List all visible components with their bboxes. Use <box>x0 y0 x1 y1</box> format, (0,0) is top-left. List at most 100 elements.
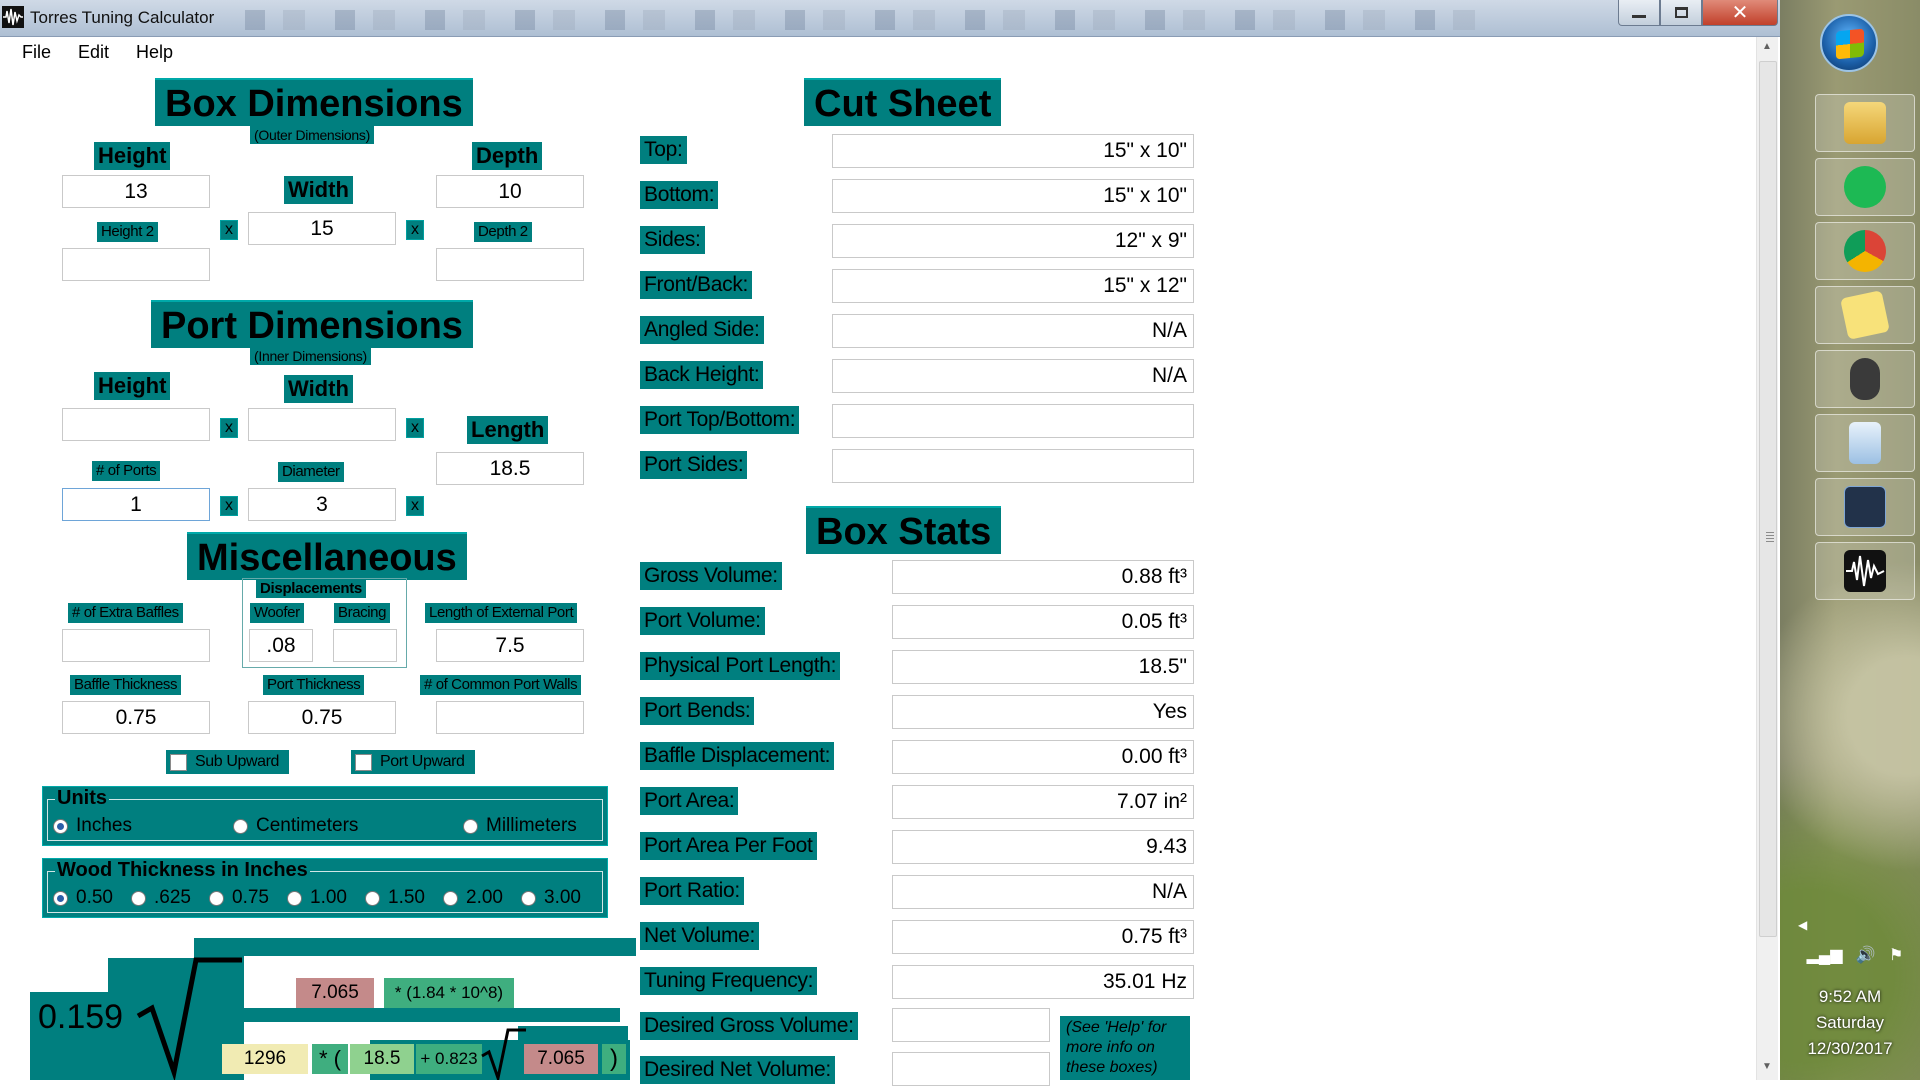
wood-200-radio[interactable]: 2.00 <box>443 887 503 909</box>
box-height2-input[interactable] <box>62 248 210 281</box>
wood-050-radio[interactable]: 0.50 <box>53 887 113 909</box>
start-button[interactable] <box>1820 14 1878 72</box>
baffle-thickness-input[interactable]: 0.75 <box>62 701 210 734</box>
network-signal-icon[interactable]: ▂▄▆ <box>1807 945 1843 965</box>
cut-sheet-value[interactable]: 12" x 9" <box>832 224 1194 258</box>
units-inches-radio[interactable]: Inches <box>53 815 132 837</box>
box-width-input[interactable]: 15 <box>248 212 396 245</box>
show-hidden-icons-icon[interactable]: ◀ <box>1798 918 1807 932</box>
vertical-scrollbar[interactable]: ▲ ▼ <box>1756 37 1778 1080</box>
scroll-up-icon[interactable]: ▲ <box>1762 41 1772 52</box>
taskbar: ▂▄▆ 🔊 ⚑ 9:52 AM Saturday 12/30/2017 ◀ <box>1780 0 1920 1080</box>
box-x-right: x <box>406 220 424 240</box>
desired-gross-input[interactable] <box>892 1008 1050 1042</box>
wood-300-radio[interactable]: 3.00 <box>521 887 581 909</box>
box-depth-label: Depth <box>472 142 543 170</box>
wood-0625-label: .625 <box>154 887 191 908</box>
port-upward-box[interactable] <box>355 753 372 771</box>
box-stats-value[interactable]: 0.05 ft³ <box>892 605 1194 639</box>
formula-den-b: 18.5 <box>350 1044 414 1074</box>
desired-net-input[interactable] <box>892 1052 1050 1086</box>
scroll-down-icon[interactable]: ▼ <box>1762 1061 1772 1072</box>
menu-edit[interactable]: Edit <box>78 42 109 63</box>
box-depth-input[interactable]: 10 <box>436 175 584 208</box>
taskbar-torres-tuning-button[interactable] <box>1815 542 1915 600</box>
units-centimeters-dot[interactable] <box>233 818 248 834</box>
clock-date[interactable]: 12/30/2017 <box>1780 1039 1920 1059</box>
port-length-input[interactable]: 18.5 <box>436 452 584 485</box>
ext-port-input[interactable]: 7.5 <box>436 629 584 662</box>
port-upward-checkbox[interactable]: Port Upward <box>351 750 475 774</box>
units-inches-label: Inches <box>76 815 132 836</box>
wood-200-dot[interactable] <box>443 890 458 906</box>
units-centimeters-radio[interactable]: Centimeters <box>233 815 358 837</box>
port-height-input[interactable] <box>62 408 210 441</box>
taskbar-chrome-button[interactable] <box>1815 222 1915 280</box>
box-stats-value[interactable]: 9.43 <box>892 830 1194 864</box>
box-stats-value[interactable]: 0.75 ft³ <box>892 920 1194 954</box>
wood-075-radio[interactable]: 0.75 <box>209 887 269 909</box>
port-width-input[interactable] <box>248 408 396 441</box>
action-center-flag-icon[interactable]: ⚑ <box>1889 945 1903 965</box>
wood-0625-dot[interactable] <box>131 890 146 906</box>
units-inches-dot[interactable] <box>53 818 68 834</box>
wood-150-dot[interactable] <box>365 890 380 906</box>
cut-sheet-value[interactable]: 15" x 12" <box>832 269 1194 303</box>
sub-upward-checkbox[interactable]: Sub Upward <box>166 750 290 774</box>
cut-sheet-value[interactable] <box>832 449 1194 483</box>
box-depth2-input[interactable] <box>436 248 584 281</box>
wood-075-dot[interactable] <box>209 890 224 906</box>
speaker-icon[interactable]: 🔊 <box>1856 945 1876 965</box>
restore-button[interactable] <box>1660 0 1702 26</box>
scroll-thumb[interactable] <box>1759 61 1777 937</box>
wood-300-dot[interactable] <box>521 890 536 906</box>
wood-150-radio[interactable]: 1.50 <box>365 887 425 909</box>
wood-100-radio[interactable]: 1.00 <box>287 887 347 909</box>
close-icon: ✕ <box>1731 2 1749 24</box>
box-stats-value[interactable]: 0.88 ft³ <box>892 560 1194 594</box>
sub-upward-box[interactable] <box>170 753 187 771</box>
diameter-input[interactable]: 3 <box>248 488 396 521</box>
cut-sheet-value[interactable]: N/A <box>832 314 1194 348</box>
windows-logo-icon <box>1836 28 1864 60</box>
minimize-button[interactable] <box>1618 0 1660 26</box>
cut-sheet-value[interactable]: 15" x 10" <box>832 134 1194 168</box>
box-dimensions-title: Box Dimensions <box>155 78 473 126</box>
box-stats-value[interactable]: 7.07 in² <box>892 785 1194 819</box>
taskbar-mouse-button[interactable] <box>1815 350 1915 408</box>
clock-time[interactable]: 9:52 AM <box>1780 987 1920 1007</box>
port-thickness-input[interactable]: 0.75 <box>248 701 396 734</box>
box-stats-value[interactable]: Yes <box>892 695 1194 729</box>
box-stats-value[interactable]: 0.00 ft³ <box>892 740 1194 774</box>
num-ports-input[interactable]: 1 <box>62 488 210 521</box>
extra-baffles-input[interactable] <box>62 629 210 662</box>
wood-100-dot[interactable] <box>287 890 302 906</box>
common-walls-input[interactable] <box>436 701 584 734</box>
cut-sheet-value[interactable]: 15" x 10" <box>832 179 1194 213</box>
woofer-input[interactable]: .08 <box>249 629 313 662</box>
box-stats-value[interactable]: 18.5" <box>892 650 1194 684</box>
menu-help[interactable]: Help <box>136 42 173 63</box>
scroll-grip-icon <box>1766 532 1774 542</box>
taskbar-calculator-button[interactable] <box>1815 414 1915 472</box>
displacements-label: Displacements <box>256 580 366 598</box>
close-button[interactable]: ✕ <box>1702 0 1778 26</box>
wood-050-dot[interactable] <box>53 890 68 906</box>
box-height-input[interactable]: 13 <box>62 175 210 208</box>
units-millimeters-dot[interactable] <box>463 818 478 834</box>
taskbar-sticky-notes-button[interactable] <box>1815 286 1915 344</box>
taskbar-spotify-button[interactable] <box>1815 158 1915 216</box>
bracing-input[interactable] <box>333 629 397 662</box>
menu-file[interactable]: File <box>22 42 51 63</box>
box-stats-label: Port Area Per Foot <box>640 832 817 860</box>
box-stats-value[interactable]: N/A <box>892 875 1194 909</box>
taskbar-windows-explorer-button[interactable] <box>1815 94 1915 152</box>
wood-0625-radio[interactable]: .625 <box>131 887 191 909</box>
port-width-label: Width <box>284 375 353 403</box>
clock-day[interactable]: Saturday <box>1780 1013 1920 1033</box>
cut-sheet-value[interactable]: N/A <box>832 359 1194 393</box>
units-millimeters-radio[interactable]: Millimeters <box>463 815 577 837</box>
cut-sheet-value[interactable] <box>832 404 1194 438</box>
box-stats-value[interactable]: 35.01 Hz <box>892 965 1194 999</box>
taskbar-winisd-button[interactable] <box>1815 478 1915 536</box>
